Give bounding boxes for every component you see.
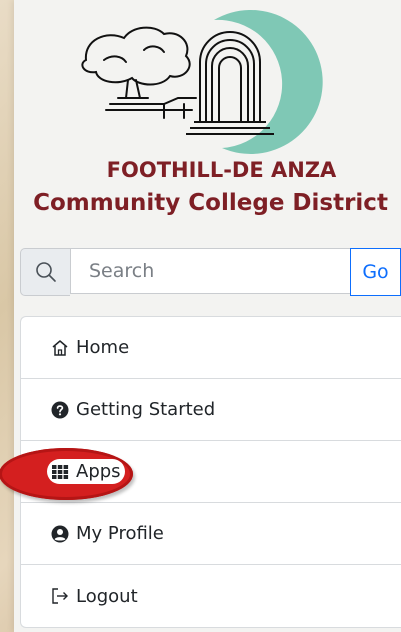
question-circle-icon	[51, 401, 69, 419]
search-bar: Go	[20, 248, 401, 296]
background-edge	[0, 0, 14, 632]
apps-label-group: Apps	[47, 459, 125, 484]
menu-item-label: My Profile	[76, 523, 164, 544]
home-icon	[51, 339, 69, 357]
menu-item-home[interactable]: Home	[21, 317, 401, 379]
menu-item-label: Apps	[76, 461, 121, 482]
menu-item-logout[interactable]: Logout	[21, 565, 401, 627]
menu-item-apps[interactable]: Apps	[0, 441, 401, 503]
menu-item-label: Home	[76, 337, 130, 358]
menu-item-my-profile[interactable]: My Profile	[21, 503, 401, 565]
sidebar-panel: FOOTHILL-DE ANZA Community College Distr…	[0, 0, 401, 632]
brand-name-line2: Community College District	[33, 190, 388, 216]
menu-item-label: Getting Started	[76, 399, 216, 420]
search-input[interactable]	[70, 248, 350, 294]
search-icon	[20, 248, 70, 296]
menu-item-label: Logout	[76, 585, 138, 607]
brand-name-line1: FOOTHILL-DE ANZA	[106, 158, 337, 182]
menu-item-getting-started[interactable]: Getting Started	[21, 379, 401, 441]
grid-icon	[51, 463, 69, 481]
user-circle-icon	[51, 525, 69, 543]
go-button[interactable]: Go	[350, 248, 401, 296]
district-logo	[81, 9, 323, 154]
logout-icon	[51, 587, 69, 605]
nav-menu: Home Getting Started Apps My Profile Log…	[0, 316, 401, 628]
